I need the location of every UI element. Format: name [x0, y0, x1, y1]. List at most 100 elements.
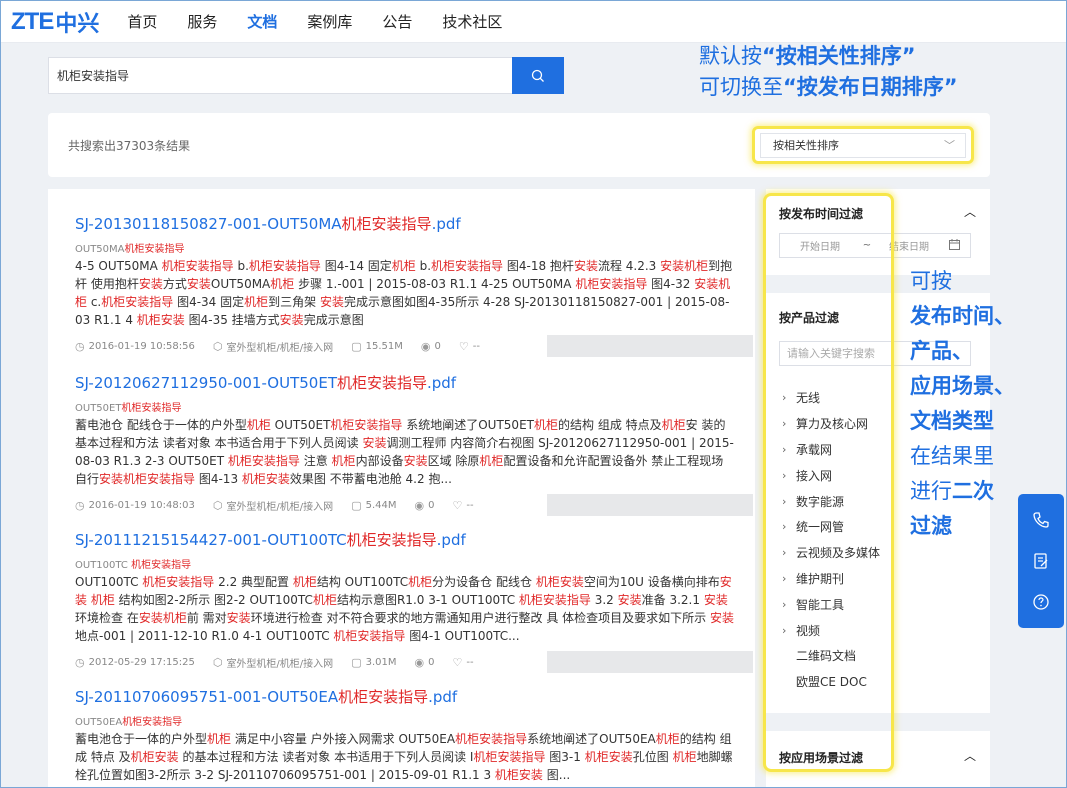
clock-icon: ◷ [75, 339, 85, 353]
result-subtitle: OUT50MA机柜安装指导 [75, 240, 735, 255]
file-icon: ▢ [351, 655, 362, 669]
caret-up-icon[interactable]: ︿ [964, 747, 976, 764]
search-button[interactable] [512, 57, 564, 94]
snippet-highlight: 机柜安装指导 [101, 295, 174, 309]
result-snippet: 4-5 OUT50MA 机柜安装指导 b.机柜安装指导 图4-14 固定机柜 b… [75, 257, 735, 329]
snippet-highlight: 机柜 [655, 732, 680, 746]
caret-up-icon[interactable]: ︿ [964, 203, 976, 220]
result-category-group: ⬡ 室外型机柜/机柜/接入网 [213, 655, 333, 670]
snippet-text: OUT100TC [75, 575, 143, 589]
filter-annotation-line6: 在结果里 [910, 444, 994, 468]
snippet-highlight: 机柜 [292, 575, 317, 589]
nav-item-announcements[interactable]: 公告 [382, 11, 412, 32]
snippet-highlight: 机柜安装指导 [455, 732, 528, 746]
snippet-highlight: 安装 [319, 295, 344, 309]
result-title-highlight: 机柜安装指导 [341, 215, 432, 233]
snippet-text: 前 需对 [186, 611, 227, 625]
zte-logo[interactable]: ZTE 中兴 [11, 6, 99, 38]
result-subtitle-text: OUT50ET [75, 403, 122, 414]
snippet-highlight: 机柜安装指导 [431, 259, 504, 273]
result-views: 0 [428, 499, 435, 511]
nav-item-service[interactable]: 服务 [187, 11, 217, 32]
snippet-highlight: 机柜安装指导 [248, 259, 321, 273]
like-icon: ♡ [452, 498, 463, 512]
page-frame: ZTE 中兴 首页 服务 文档 案例库 公告 技术社区 默认按“按相关性排序” … [0, 0, 1067, 788]
result-title-link[interactable]: SJ-20120627112950-001-OUT50ET机柜安装指导.pdf [75, 372, 735, 393]
result-extra-group: ♡ -- [459, 340, 480, 353]
snippet-highlight: 机柜 [479, 454, 504, 468]
result-action-bar [547, 335, 753, 357]
search-input[interactable] [48, 57, 512, 94]
result-category: 室外型机柜/机柜/接入网 [226, 342, 334, 354]
snippet-text: 图4-14 固定 [320, 259, 392, 273]
result-meta: ◷ 2016-01-19 10:48:03 ⬡ 室外型机柜/机柜/接入网 ▢ 5.44M ◉… [75, 494, 753, 516]
snippet-text: 图4-34 固定 [173, 295, 245, 309]
result-title-extension: .pdf [428, 688, 458, 706]
chevron-down-icon: ﹀ [944, 139, 955, 152]
result-title-highlight: 机柜安装指导 [336, 374, 427, 392]
snippet-text: 蓄电池仓于一体的户外型 [75, 732, 208, 746]
snippet-highlight: 安装 [362, 436, 387, 450]
result-extra: -- [466, 499, 474, 511]
snippet-text: 完成示意图 [303, 313, 364, 327]
result-subtitle-text: OUT50MA [75, 244, 125, 255]
sort-annotation-line2-prefix: 可切换至 [699, 75, 783, 99]
result-extra-group: ♡ -- [452, 499, 473, 512]
results-count: 共搜索出37303条结果 [68, 139, 191, 153]
snippet-text: 到三角架 [268, 295, 320, 309]
filter-annotation-line7-prefix: 进行 [910, 479, 952, 503]
snippet-highlight: 机柜 [270, 277, 295, 291]
result-subtitle-highlight: 机柜安装指导 [121, 403, 182, 414]
search-bar [48, 57, 564, 94]
result-meta: ◷ 2016-01-19 10:58:56 ⬡ 室外型机柜/机柜/接入网 ▢ 15.51M… [75, 335, 753, 357]
snippet-highlight: 机柜安装指导 [161, 259, 234, 273]
result-extra-group: ♡ -- [452, 656, 473, 669]
snippet-text: 环境检查 在 [75, 611, 139, 625]
result-extra: -- [466, 656, 474, 668]
nav-item-tech-community[interactable]: 技术社区 [442, 11, 502, 32]
result-item: SJ-20130118150827-001-OUT50MA机柜安装指导.pdf O… [75, 213, 753, 357]
search-icon [531, 69, 544, 82]
snippet-text: 注意 [299, 454, 332, 468]
snippet-text: OUT50ET [270, 418, 331, 432]
snippet-highlight: 机柜安装指导 [473, 750, 546, 764]
help-icon[interactable] [1030, 591, 1052, 613]
phone-icon[interactable] [1030, 509, 1052, 531]
nav-item-case-library[interactable]: 案例库 [307, 11, 352, 32]
result-subtitle-text: OUT50EA [75, 717, 123, 728]
sort-annotation: 默认按“按相关性排序” 可切换至“按发布日期排序” [699, 41, 1039, 103]
calendar-icon[interactable] [944, 238, 964, 253]
result-views-group: ◉ 0 [415, 499, 435, 512]
nav-item-home[interactable]: 首页 [127, 11, 157, 32]
snippet-highlight: 机柜 [244, 295, 269, 309]
snippet-text: 空间为10U 设备横向排布 [583, 575, 720, 589]
edit-icon[interactable] [1030, 550, 1052, 572]
result-title-link[interactable]: SJ-20130118150827-001-OUT50MA机柜安装指导.pdf [75, 213, 735, 234]
result-action-bar [547, 494, 753, 516]
sort-annotation-line1-prefix: 默认按 [699, 44, 762, 68]
snippet-text: 环境进行检查 对不符合要求的地方需通知用户进行整改 具 体检查项目及要求如下所示 [250, 611, 710, 625]
result-size-group: ▢ 5.44M [351, 499, 396, 512]
result-snippet: 蓄电池仓 配线仓于一体的户外型机柜 OUT50ET机柜安装指导 系统地阐述了OU… [75, 416, 735, 488]
snippet-text: c. [87, 295, 102, 309]
snippet-highlight: 安装 [703, 593, 728, 607]
snippet-highlight: 机柜安装指导 [142, 575, 215, 589]
results-list: SJ-20130118150827-001-OUT50MA机柜安装指导.pdf O… [48, 189, 755, 787]
snippet-text: 3.2 [590, 593, 618, 607]
result-title-link[interactable]: SJ-20111215154427-001-OUT100TC机柜安装指导.pdf [75, 529, 735, 550]
snippet-text: 结构 OUT100TC [316, 575, 409, 589]
result-action-bar [547, 651, 753, 673]
snippet-highlight: 机柜安装 [535, 575, 584, 589]
result-title-link[interactable]: SJ-20110706095751-001-OUT50EA机柜安装指导.pdf [75, 686, 735, 707]
result-date-group: ◷ 2016-01-19 10:48:03 [75, 499, 195, 512]
sort-annotation-line2-bold: “按发布日期排序” [783, 75, 958, 99]
snippet-text: 系统地阐述了OUT50ET [402, 418, 534, 432]
snippet-highlight: 安装 [186, 277, 211, 291]
sort-select[interactable]: 按相关性排序 ﹀ [760, 133, 966, 158]
cube-icon: ⬡ [212, 498, 223, 512]
snippet-text: 图3-1 [545, 750, 585, 764]
nav-item-documents[interactable]: 文档 [247, 11, 277, 32]
snippet-highlight: 安装机柜安装指导 [99, 472, 196, 486]
snippet-highlight: 机柜安装指导 [330, 418, 403, 432]
like-icon: ♡ [458, 339, 469, 353]
